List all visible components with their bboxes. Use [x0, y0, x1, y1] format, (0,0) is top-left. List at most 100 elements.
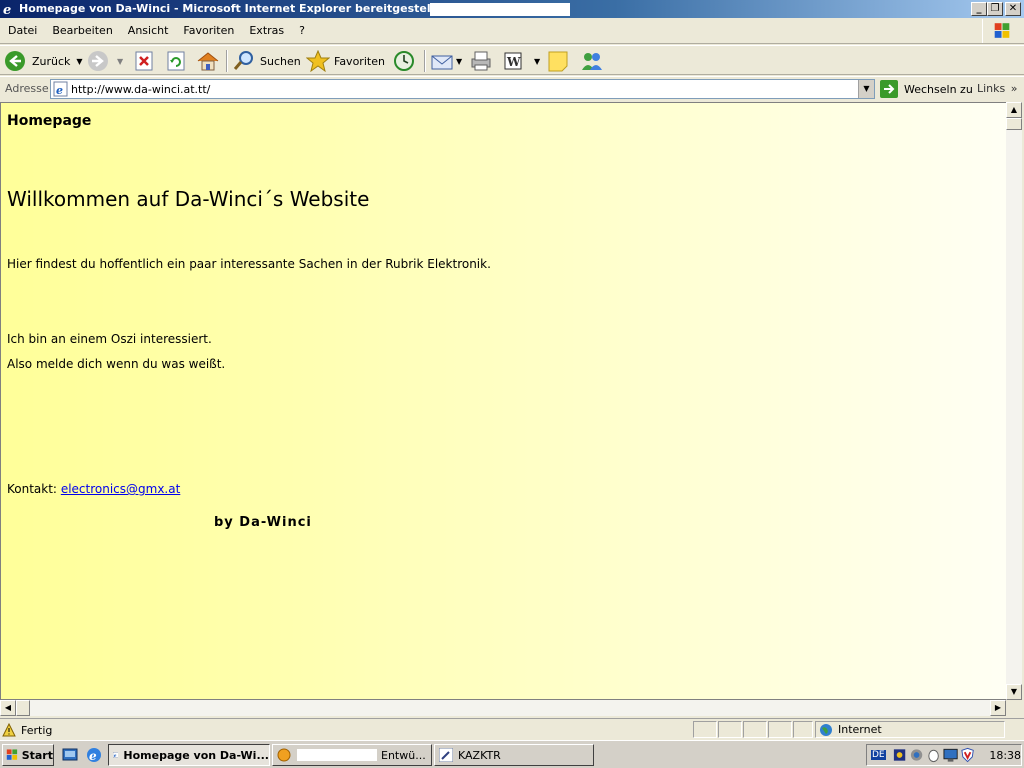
discuss-button[interactable]: [546, 50, 570, 72]
edit-word-button[interactable]: W ▼: [502, 50, 540, 72]
chevron-right-icon[interactable]: »: [1011, 82, 1018, 95]
task-kazktr[interactable]: KAZKTR: [434, 744, 594, 766]
task-homepage[interactable]: e Homepage von Da-Wi...: [108, 744, 270, 766]
svg-text:e: e: [114, 753, 117, 758]
restore-button[interactable]: ❐: [987, 2, 1003, 16]
horizontal-scrollbar[interactable]: ◀ ▶: [0, 700, 1006, 716]
svg-text:e: e: [89, 749, 97, 763]
print-button[interactable]: [469, 50, 493, 72]
menu-bar: Datei Bearbeiten Ansicht Favoriten Extra…: [0, 18, 1024, 44]
oszi-text: Ich bin an einem Oszi interessiert.: [7, 332, 212, 346]
favorites-button[interactable]: Favoriten: [306, 50, 385, 72]
vertical-scrollbar[interactable]: ▲ ▼: [1006, 102, 1022, 700]
history-button[interactable]: [391, 50, 417, 72]
contact-request-text: Also melde dich wenn du was weißt.: [7, 357, 226, 371]
signature: by Da-Winci: [214, 515, 312, 530]
task-label: Homepage von Da-Wi...: [123, 748, 269, 762]
close-button[interactable]: ✕: [1005, 2, 1021, 16]
menu-ansicht[interactable]: Ansicht: [128, 24, 169, 37]
title-bar[interactable]: e Homepage von Da-Winci - Microsoft Inte…: [0, 0, 1024, 18]
svg-text:W: W: [506, 55, 521, 69]
contact-label: Kontakt:: [7, 482, 57, 496]
address-dropdown-button[interactable]: ▼: [858, 80, 874, 98]
antivirus-shield-icon[interactable]: [960, 747, 975, 763]
back-label: Zurück: [32, 54, 71, 68]
menu-favoriten[interactable]: Favoriten: [183, 24, 234, 37]
back-button[interactable]: Zurück ▼: [4, 50, 83, 72]
chevron-down-icon[interactable]: ▼: [76, 57, 82, 66]
globe-icon: [820, 723, 832, 736]
volume-icon[interactable]: [909, 747, 924, 763]
mouse-icon[interactable]: [926, 747, 941, 763]
status-ready: Fertig: [2, 723, 52, 737]
intro-text: Hier findest du hoffentlich ein paar int…: [7, 257, 491, 271]
warning-page-icon: [2, 723, 16, 737]
status-cell: [693, 721, 717, 738]
messenger-button[interactable]: [579, 50, 605, 72]
links-toolbar[interactable]: Links »: [977, 82, 1018, 95]
vertical-scroll-thumb[interactable]: [1006, 118, 1022, 130]
chevron-down-icon[interactable]: ▼: [456, 57, 462, 66]
status-cell: [718, 721, 742, 738]
task-entwurf[interactable]: Entwü...: [272, 744, 432, 766]
links-label: Links: [977, 82, 1006, 95]
forward-arrow-icon: [88, 51, 108, 71]
go-button[interactable]: Wechseln zu: [880, 80, 973, 98]
word-icon: W: [504, 52, 522, 70]
scroll-left-button[interactable]: ◀: [0, 700, 16, 716]
network-icon[interactable]: [892, 747, 907, 763]
status-text: Fertig: [21, 723, 53, 737]
mail-button[interactable]: ▼: [430, 50, 462, 72]
home-button[interactable]: [196, 50, 220, 72]
scroll-down-button[interactable]: ▼: [1006, 684, 1022, 700]
mail-icon: [431, 55, 453, 70]
scroll-up-button[interactable]: ▲: [1006, 102, 1022, 118]
menu-datei[interactable]: Datei: [8, 24, 37, 37]
page-small-heading: Homepage: [7, 113, 92, 129]
monitor-icon[interactable]: [943, 747, 958, 763]
stop-button[interactable]: [133, 50, 155, 72]
go-label: Wechseln zu: [904, 82, 973, 96]
scroll-right-button[interactable]: ▶: [990, 700, 1006, 716]
search-label: Suchen: [260, 54, 301, 68]
security-zone[interactable]: Internet: [815, 721, 1005, 738]
language-indicator[interactable]: DE: [871, 750, 886, 760]
search-icon: [233, 51, 253, 70]
stop-icon: [135, 51, 153, 71]
contact-email-link[interactable]: electronics@gmx.at: [61, 482, 180, 496]
favorites-label: Favoriten: [334, 54, 385, 68]
start-button[interactable]: Start: [2, 744, 54, 766]
address-url[interactable]: http://www.da-winci.at.tt/: [71, 83, 210, 96]
zone-label: Internet: [838, 723, 882, 736]
system-tray: DE 18:38: [866, 744, 1022, 766]
task-label: KAZKTR: [458, 748, 501, 762]
address-bar: Adresse e http://www.da-winci.at.tt/ ▼ W…: [0, 76, 1024, 100]
chevron-down-icon[interactable]: ▼: [534, 57, 540, 66]
minimize-button[interactable]: _: [971, 2, 987, 16]
windows-logo-icon: [982, 19, 1010, 43]
windows-flag-icon: [6, 749, 18, 760]
menu-bearbeiten[interactable]: Bearbeiten: [52, 24, 112, 37]
page-heading: Willkommen auf Da-Winci´s Website: [7, 187, 370, 211]
refresh-button[interactable]: [165, 50, 187, 72]
star-icon: [306, 50, 330, 72]
svg-text:e: e: [56, 84, 63, 97]
show-desktop-icon[interactable]: [62, 747, 78, 763]
window-title: Homepage von Da-Winci - Microsoft Intern…: [19, 2, 467, 15]
edit-icon: [439, 748, 453, 762]
horizontal-scroll-thumb[interactable]: [16, 700, 30, 716]
forward-button[interactable]: ▼: [87, 50, 123, 72]
menu-extras[interactable]: Extras: [249, 24, 284, 37]
ie-quicklaunch-icon[interactable]: e: [86, 747, 102, 763]
redacted-box: [430, 3, 570, 16]
address-label: Adresse: [5, 82, 49, 95]
go-arrow-icon: [880, 80, 898, 98]
status-cell: [768, 721, 792, 738]
search-button[interactable]: Suchen: [232, 50, 301, 72]
history-icon: [394, 51, 414, 71]
address-field[interactable]: e http://www.da-winci.at.tt/ ▼: [50, 79, 875, 99]
menu-help[interactable]: ?: [299, 24, 305, 37]
print-icon: [471, 51, 491, 71]
chevron-down-icon[interactable]: ▼: [117, 57, 123, 66]
page-viewport[interactable]: Homepage Willkommen auf Da-Winci´s Websi…: [0, 102, 1006, 700]
